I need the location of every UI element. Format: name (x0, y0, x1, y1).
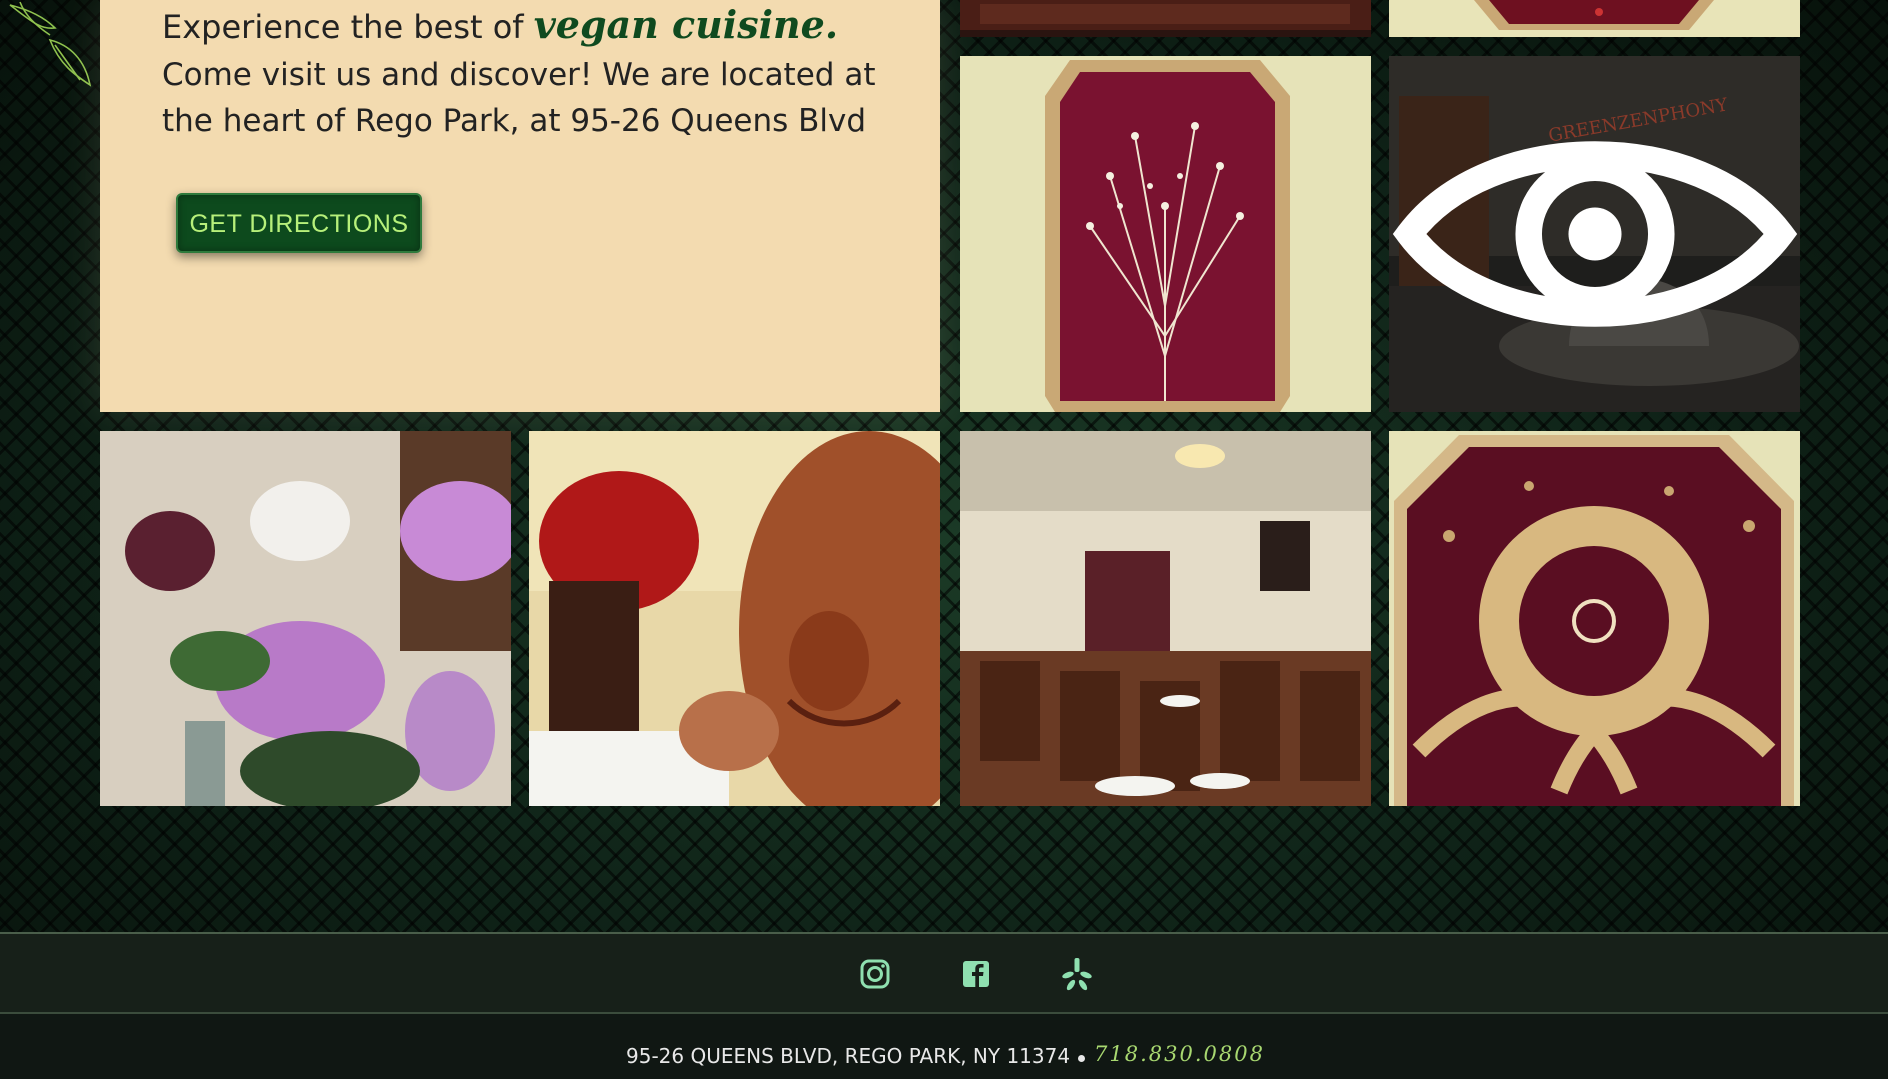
get-directions-button[interactable]: GET DIRECTIONS (176, 193, 422, 253)
info-panel: Experience the best of vegan cuisine. Co… (100, 0, 940, 412)
dining-room-photo[interactable] (960, 431, 1371, 806)
leaf-decoration (0, 0, 100, 100)
restaurant-interior-photo[interactable] (960, 0, 1371, 37)
eye-icon[interactable] (1389, 56, 1800, 412)
greenzenphony-interior-photo[interactable]: GREENZENPHONY (1389, 56, 1800, 412)
location-text: Come visit us and discover! We are locat… (162, 57, 876, 139)
intro-heading: Experience the best of vegan cuisine. (162, 2, 838, 47)
address-text: 95-26 QUEENS BLVD, REGO PARK, NY 11374 (626, 1044, 1071, 1068)
lotus-flowers-photo[interactable] (100, 431, 511, 806)
social-bar (0, 932, 1888, 1014)
instagram-icon[interactable] (855, 954, 895, 994)
buddha-statue-photo[interactable] (529, 431, 940, 806)
wheat-wreath-photo[interactable] (1389, 431, 1800, 806)
phone-link[interactable]: 718.830.0808 (1094, 1042, 1265, 1066)
framed-dried-branches-photo[interactable] (960, 56, 1371, 412)
intro-highlight: vegan cuisine. (533, 2, 839, 47)
facebook-icon[interactable] (956, 954, 996, 994)
framed-dried-flowers-photo[interactable] (1389, 0, 1800, 37)
separator-dot (1078, 1055, 1085, 1062)
footer-contact: 95-26 QUEENS BLVD, REGO PARK, NY 11374 7… (0, 1014, 1888, 1079)
intro-prefix: Experience the best of (162, 8, 524, 46)
yelp-icon[interactable] (1057, 954, 1097, 994)
